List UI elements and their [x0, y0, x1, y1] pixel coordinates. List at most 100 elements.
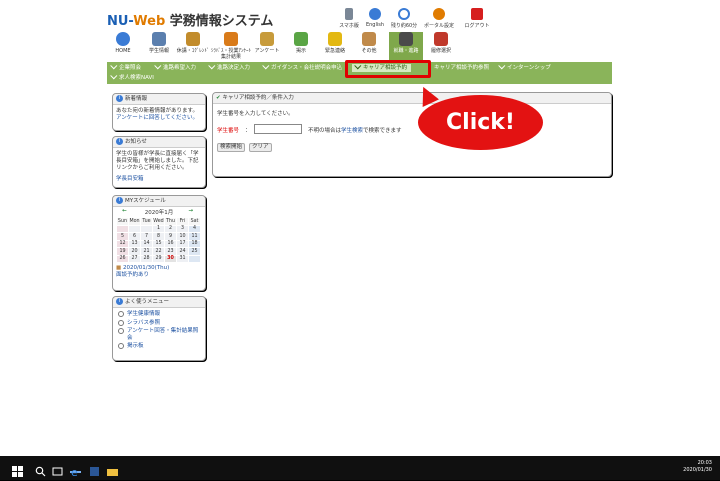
- word-icon[interactable]: [89, 462, 100, 476]
- calendar-day[interactable]: 25: [188, 247, 201, 256]
- calendar-day[interactable]: 22: [152, 247, 165, 256]
- menu-course-selection[interactable]: 履修選択: [424, 32, 458, 62]
- calendar-day[interactable]: 14: [140, 239, 153, 248]
- page-title: キャリア相談予約／条件入力: [222, 95, 294, 101]
- calendar-day[interactable]: 15: [152, 239, 165, 248]
- calendar-day[interactable]: 1: [152, 224, 165, 233]
- menu-career[interactable]: 就職・進路: [389, 32, 423, 62]
- calendar-day[interactable]: 7: [140, 232, 153, 241]
- nav-career-consultation-view[interactable]: キャリア相談予約参照: [434, 64, 489, 72]
- calendar-day[interactable]: 23: [164, 247, 177, 256]
- calendar-day: 30: [128, 224, 141, 233]
- nav-company-inquiry[interactable]: 企業照会: [110, 62, 141, 72]
- globe-icon: [369, 8, 381, 20]
- calendar-day[interactable]: 4: [188, 224, 201, 233]
- schedule-date-link[interactable]: ■ 2020/01/30(Thu): [116, 265, 202, 272]
- calendar-day[interactable]: 2: [164, 224, 177, 233]
- suggestion-box-link[interactable]: 学長目安箱: [116, 176, 202, 183]
- weekday: Thu: [164, 217, 177, 226]
- menu-survey[interactable]: アンケート: [250, 32, 284, 62]
- calendar-day[interactable]: 27: [128, 254, 141, 263]
- nav-career-decision[interactable]: 進路決定入力: [208, 62, 250, 72]
- calendar-day[interactable]: 8: [152, 232, 165, 241]
- calendar-header: ← 2020年1月 →: [113, 208, 205, 216]
- menu-home[interactable]: HOME: [106, 32, 140, 62]
- calendar-day[interactable]: 11: [188, 232, 201, 241]
- menu-emergency[interactable]: 緊急連絡: [318, 32, 352, 62]
- calendar-month: 2020年1月: [144, 210, 174, 216]
- calendar-day[interactable]: 17: [176, 239, 189, 248]
- windows-start-icon[interactable]: [12, 462, 23, 477]
- site-logo[interactable]: NU-Web 学務情報システム: [107, 10, 273, 29]
- edge-browser-icon[interactable]: e: [70, 462, 81, 479]
- nav-internship[interactable]: インターンシップ: [498, 62, 551, 72]
- calendar-day[interactable]: 5: [116, 232, 129, 241]
- session-timer: 残り約60分: [385, 8, 423, 29]
- search-icon[interactable]: [35, 462, 46, 477]
- notice-panel: i お知らせ 学生の皆様が学長に直接届く「学長目安箱」を開始しました。下記リンクか…: [112, 136, 206, 188]
- menu-student-info[interactable]: 学生情報: [142, 32, 176, 62]
- calendar-day[interactable]: 21: [140, 247, 153, 256]
- nav-job-search[interactable]: 求人検索NAVI: [110, 72, 154, 82]
- search-button[interactable]: 検索開始: [217, 143, 246, 152]
- survey-link[interactable]: アンケートに回答してください。: [116, 115, 202, 122]
- calendar-day[interactable]: 19: [116, 247, 129, 256]
- calendar-day[interactable]: 12: [116, 239, 129, 248]
- task-view-icon[interactable]: [52, 462, 63, 476]
- info-icon: i: [116, 138, 123, 145]
- clock-icon: [398, 8, 410, 20]
- logout-link[interactable]: ログアウト: [458, 8, 496, 29]
- next-month-arrow[interactable]: →: [188, 208, 193, 214]
- appointment-link[interactable]: 面談予約あり: [116, 272, 202, 279]
- student-search-link[interactable]: 学生検索: [341, 128, 363, 134]
- search-hint: 不明の場合は学生検索で検索できます: [308, 128, 402, 134]
- quick-menu-syllabus[interactable]: シラバス参照: [118, 319, 202, 327]
- file-explorer-icon[interactable]: [107, 462, 118, 476]
- calendar-day[interactable]: 18: [188, 239, 201, 248]
- calendar-day[interactable]: 29: [152, 254, 165, 263]
- search-icon: [118, 343, 124, 349]
- label-colon: ：: [245, 128, 251, 134]
- quick-menu-survey[interactable]: アンケート回答・集計結果照会: [118, 328, 202, 341]
- notice-icon: [294, 32, 308, 46]
- calendar-day[interactable]: 16: [164, 239, 177, 248]
- windows-taskbar: e 20:03 2020/01/30: [0, 456, 720, 480]
- nav-career-wish[interactable]: 進路希望入力: [154, 62, 196, 72]
- weekday: Wed: [152, 217, 165, 226]
- course-icon: [434, 32, 448, 46]
- calendar-grid: Sun Mon Tue Wed Thu Fri Sat 29 30 31 1 2…: [116, 217, 201, 263]
- menu-class-cancel[interactable]: 休講・ｺｸﾞﾚﾝﾄﾞ: [176, 32, 210, 62]
- panel-header: i よく使うメニュー: [113, 297, 205, 308]
- menu-notice[interactable]: 掲示: [284, 32, 318, 62]
- panel-header: i お知らせ: [113, 137, 205, 148]
- home-icon: [116, 32, 130, 46]
- menu-syllabus[interactable]: ｼﾗﾊﾞｽ・授業ｱﾝｹｰﾄ集計結果: [211, 32, 251, 62]
- weekday: Fri: [176, 217, 189, 226]
- prev-month-arrow[interactable]: ←: [122, 208, 127, 214]
- calendar-day[interactable]: 6: [128, 232, 141, 241]
- calendar-day[interactable]: 9: [164, 232, 177, 241]
- svg-text:e: e: [71, 466, 78, 477]
- calendar-day[interactable]: 31: [176, 254, 189, 263]
- calendar-day[interactable]: 20: [128, 247, 141, 256]
- calendar-day[interactable]: 3: [176, 224, 189, 233]
- student-id-input[interactable]: [254, 124, 302, 134]
- info-icon: i: [116, 197, 123, 204]
- screen: NU-Web 学務情報システム スマホ版 English 残り約60分 ポータル…: [0, 0, 720, 480]
- calendar-day[interactable]: 26: [116, 254, 129, 263]
- nav-guidance[interactable]: ガイダンス・会社説明会申込: [262, 62, 342, 72]
- menu-other[interactable]: その他: [352, 32, 386, 62]
- panel-header: ✔ キャリア相談予約／条件入力: [213, 93, 611, 104]
- notice-text: 学生の皆様が学長に直接届く「学長目安箱」を開始しました。下記リンクからご利用くだ…: [116, 151, 199, 171]
- calendar-day-today[interactable]: 30: [164, 254, 177, 263]
- quick-menu-health[interactable]: 学生健康情報: [118, 311, 202, 318]
- calendar-day[interactable]: 24: [176, 247, 189, 256]
- portal-settings-link[interactable]: ポータル設定: [420, 8, 458, 29]
- syllabus-icon: [224, 32, 238, 46]
- calendar-day[interactable]: 13: [128, 239, 141, 248]
- calendar-day[interactable]: 10: [176, 232, 189, 241]
- calendar-day[interactable]: 28: [140, 254, 153, 263]
- quick-menu-bulletin[interactable]: 掲示板: [118, 343, 202, 350]
- clear-button[interactable]: クリア: [249, 143, 272, 152]
- student-icon: [152, 32, 166, 46]
